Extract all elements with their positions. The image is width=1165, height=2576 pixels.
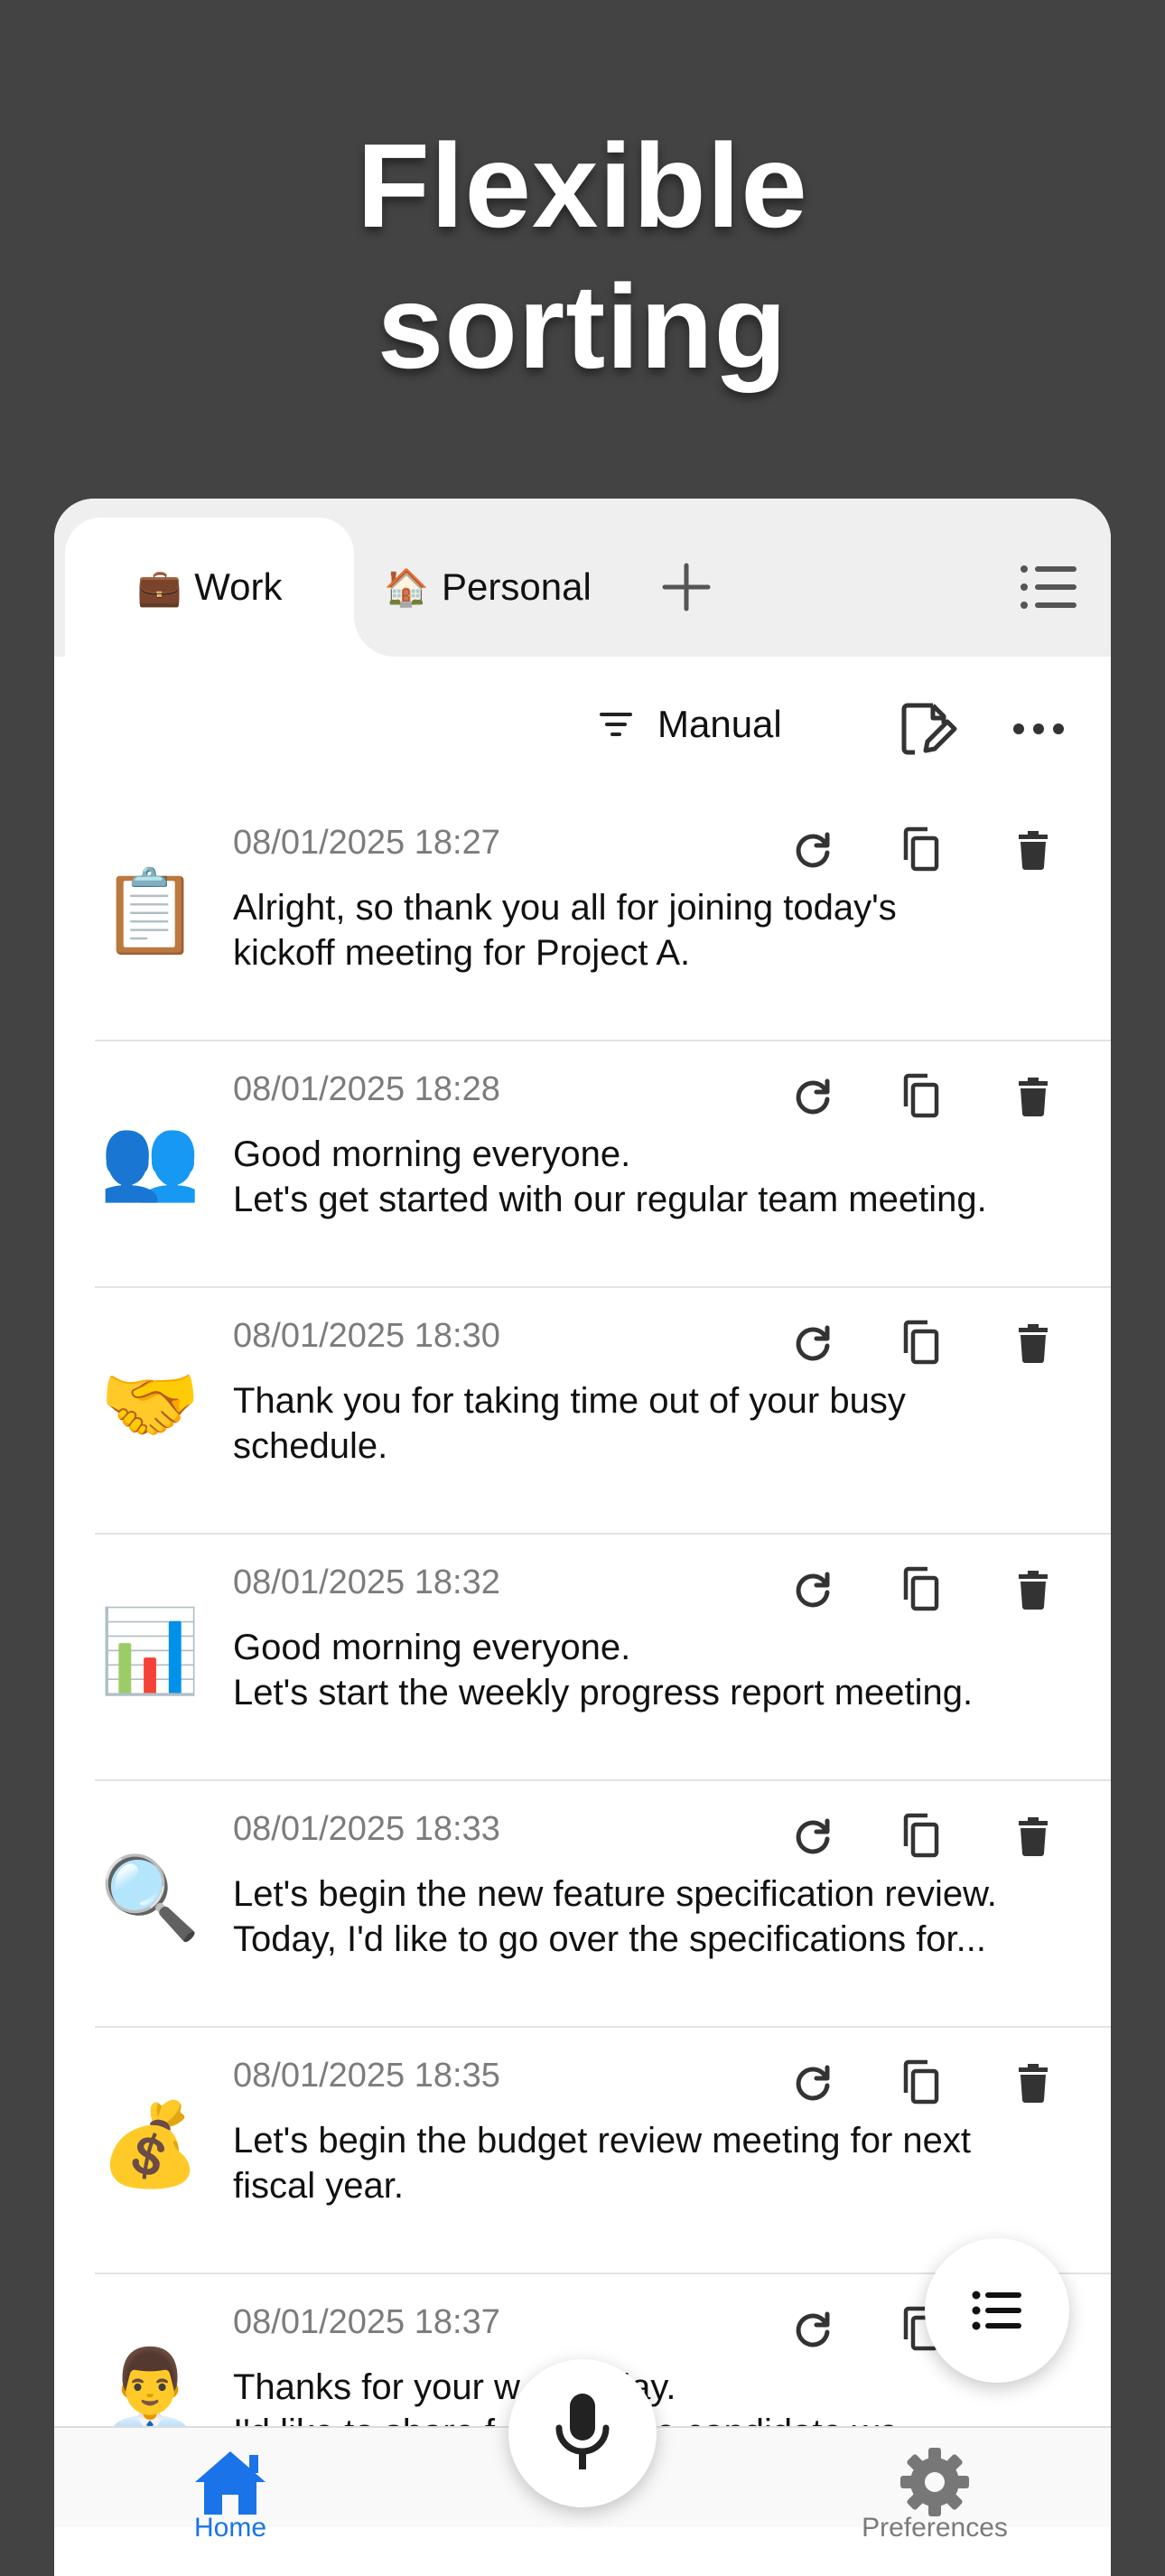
refresh-icon <box>796 1325 830 1361</box>
trash-icon <box>1019 1571 1048 1610</box>
regenerate-button[interactable] <box>788 2303 838 2354</box>
edit-button[interactable] <box>890 693 962 765</box>
delete-button[interactable] <box>1008 1563 1058 1614</box>
tab-work[interactable]: 💼 Work <box>65 518 354 657</box>
note-text: Good morning everyone. Let's get started… <box>233 1134 987 1219</box>
copy-icon <box>903 1566 939 1611</box>
house-icon: 🏠 <box>384 566 430 609</box>
refresh-icon <box>796 2311 830 2347</box>
copy-icon <box>903 826 939 872</box>
copy-icon <box>903 1073 939 1118</box>
copy-icon <box>903 1813 939 1858</box>
timestamp: 08/01/2025 18:28 <box>233 1070 500 1108</box>
trash-icon <box>1019 1817 1048 1856</box>
regenerate-button[interactable] <box>788 824 838 874</box>
list-item[interactable]: 📊 08/01/2025 18:32 Good morning everyone… <box>54 1535 1111 1781</box>
add-tab-button[interactable] <box>641 542 732 632</box>
note-text: Alright, so thank you all for joining to… <box>233 888 897 973</box>
nav-home[interactable]: Home <box>172 2446 289 2543</box>
refresh-icon <box>796 1572 830 1608</box>
copy-icon <box>903 2059 939 2105</box>
sort-icon <box>600 713 632 736</box>
copy-button[interactable] <box>897 1070 947 1121</box>
plus-icon <box>662 563 711 611</box>
delete-button[interactable] <box>1008 2057 1058 2107</box>
regenerate-button[interactable] <box>788 2057 838 2107</box>
sort-button[interactable]: Manual <box>596 693 782 756</box>
nav-preferences-label: Preferences <box>862 2513 1008 2543</box>
trash-icon <box>1019 2064 1048 2103</box>
briefcase-icon: 💼 <box>136 566 182 609</box>
regenerate-button[interactable] <box>788 1070 838 1121</box>
refresh-icon <box>796 1818 830 1854</box>
list-toolbar: Manual <box>54 657 1111 792</box>
timestamp: 08/01/2025 18:27 <box>233 824 500 862</box>
home-icon <box>195 2451 266 2515</box>
tab-personal-label: Personal <box>442 565 592 608</box>
timestamp: 08/01/2025 18:30 <box>233 1317 500 1355</box>
tab-bar: 💼 Work 🏠 Personal <box>54 499 1111 657</box>
note-text: Thank you for taking time out of your bu… <box>233 1381 906 1466</box>
record-button[interactable] <box>508 2359 657 2507</box>
headline: Flexible sorting <box>0 116 1165 397</box>
refresh-icon <box>796 832 830 868</box>
more-icon <box>1013 723 1064 734</box>
list-item[interactable]: 💰 08/01/2025 18:35 Let's begin the budge… <box>54 2028 1111 2274</box>
trash-icon <box>1019 1078 1048 1116</box>
trash-icon <box>1019 831 1048 870</box>
tab-work-label: Work <box>194 565 283 608</box>
timestamp: 08/01/2025 18:32 <box>233 1563 500 1601</box>
sort-label: Manual <box>657 703 782 745</box>
copy-button[interactable] <box>897 2057 947 2107</box>
edit-icon <box>901 703 957 755</box>
note-text: Let's begin the budget review meeting fo… <box>233 2121 972 2206</box>
microphone-icon <box>555 2394 610 2469</box>
list-view-button[interactable] <box>925 2238 1069 2383</box>
note-text: Let's begin the new feature specificatio… <box>233 1874 997 1959</box>
delete-button[interactable] <box>1008 824 1058 874</box>
copy-button[interactable] <box>897 1563 947 1614</box>
regenerate-button[interactable] <box>788 1810 838 1861</box>
copy-button[interactable] <box>897 1810 947 1861</box>
copy-icon <box>903 1320 939 1365</box>
headline-line-2: sorting <box>377 260 788 393</box>
money-bag-icon: 💰 <box>99 2097 201 2192</box>
nav-home-label: Home <box>193 2513 267 2543</box>
list-item[interactable]: 🔍 08/01/2025 18:33 Let's begin the new f… <box>54 1781 1111 2028</box>
handshake-icon: 🤝 <box>99 1358 201 1452</box>
people-icon: 👥 <box>99 1111 201 1206</box>
regenerate-button[interactable] <box>788 1317 838 1367</box>
refresh-icon <box>796 2065 830 2101</box>
more-button[interactable] <box>1002 693 1075 765</box>
trash-icon <box>1019 1324 1048 1363</box>
copy-button[interactable] <box>897 1317 947 1367</box>
timestamp: 08/01/2025 18:37 <box>233 2303 500 2341</box>
list-item[interactable]: 👥 08/01/2025 18:28 Good morning everyone… <box>54 1041 1111 1288</box>
timestamp: 08/01/2025 18:35 <box>233 2057 500 2095</box>
list-item[interactable]: 🤝 08/01/2025 18:30 Thank you for taking … <box>54 1288 1111 1535</box>
magnifier-icon: 🔍 <box>99 1851 201 1946</box>
copy-button[interactable] <box>897 824 947 874</box>
list-icon <box>1021 565 1076 609</box>
timestamp: 08/01/2025 18:33 <box>233 1810 500 1848</box>
delete-button[interactable] <box>1008 1810 1058 1861</box>
clipboard-icon: 📋 <box>99 864 201 959</box>
delete-button[interactable] <box>1008 1317 1058 1367</box>
note-text: Good morning everyone. Let's start the w… <box>233 1628 974 1713</box>
gear-icon <box>900 2448 969 2516</box>
tab-list-button[interactable] <box>1002 542 1093 632</box>
headline-line-1: Flexible <box>357 119 808 252</box>
office-worker-icon: 👨‍💼 <box>99 2344 201 2428</box>
regenerate-button[interactable] <box>788 1563 838 1614</box>
list-icon <box>972 2291 1021 2330</box>
delete-button[interactable] <box>1008 1070 1058 1121</box>
tab-personal[interactable]: 🏠 Personal <box>343 518 632 657</box>
refresh-icon <box>796 1078 830 1115</box>
bar-chart-icon: 📊 <box>99 1604 201 1699</box>
nav-preferences[interactable]: Preferences <box>849 2446 1021 2543</box>
list-item[interactable]: 📋 08/01/2025 18:27 Alright, so thank you… <box>54 795 1111 1041</box>
